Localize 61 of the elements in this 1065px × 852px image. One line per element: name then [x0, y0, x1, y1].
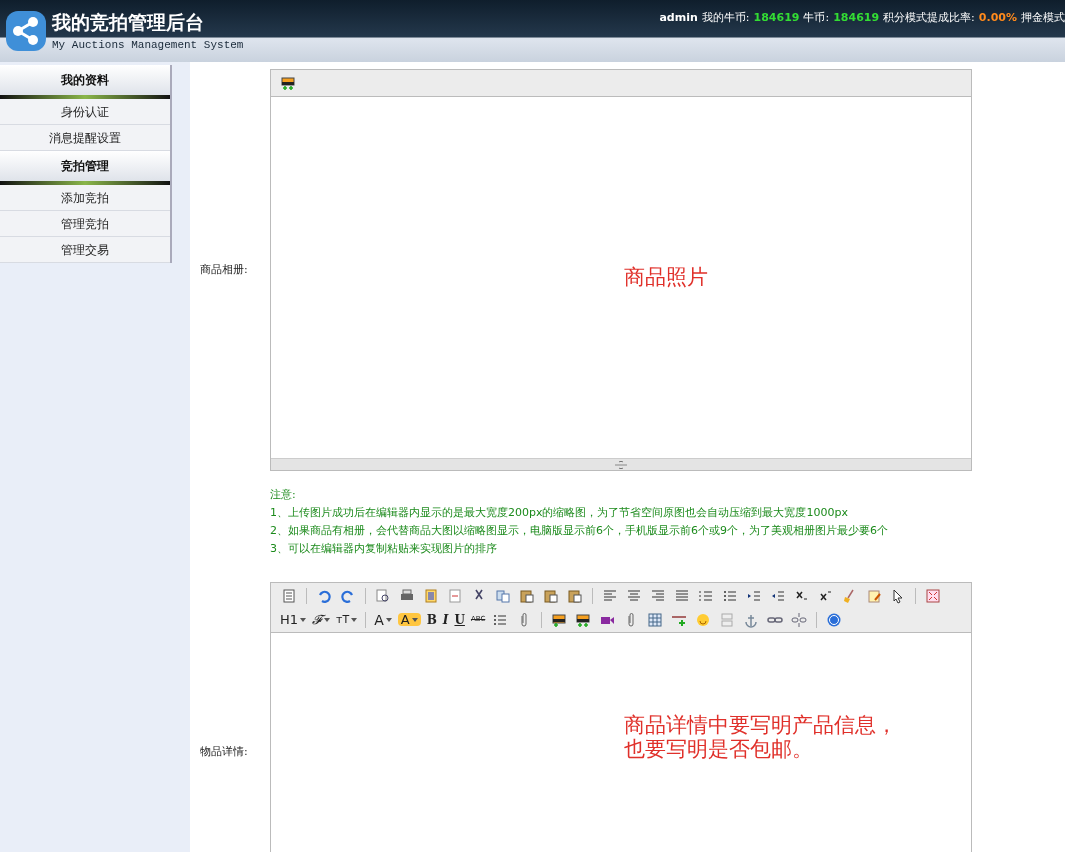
unlink-icon[interactable] [791, 611, 808, 628]
sidebar-item[interactable]: 身份认证 [0, 99, 170, 125]
stat-label: 我的牛币: [701, 9, 750, 26]
format-button[interactable]: A [397, 613, 421, 626]
table-icon[interactable] [647, 611, 664, 628]
edit-note-icon[interactable] [866, 587, 882, 604]
format-button[interactable]: I [442, 613, 449, 626]
justify-icon[interactable] [674, 587, 690, 604]
sidebar-heading[interactable]: 我的资料 [0, 65, 170, 95]
format-button[interactable]: A [374, 612, 392, 627]
insert-images-icon[interactable] [575, 611, 592, 628]
stat-value: 184619 [833, 9, 880, 26]
insert-image-icon[interactable] [551, 611, 568, 628]
caret-icon [324, 617, 331, 622]
copy-icon[interactable] [495, 587, 511, 604]
smiley-icon[interactable] [695, 611, 712, 628]
caret-icon [351, 617, 358, 622]
stat-value: 184619 [753, 9, 800, 26]
username: admin [659, 9, 698, 26]
sidebar-item[interactable]: 管理竞拍 [0, 211, 170, 237]
align-left-icon[interactable] [602, 587, 618, 604]
align-center-icon[interactable] [626, 587, 642, 604]
editor-text: 也要写明是否包邮。 [624, 737, 814, 761]
align-right-icon[interactable] [650, 587, 666, 604]
insert-images-icon[interactable] [280, 75, 296, 91]
format-button[interactable]: U [454, 613, 465, 626]
stat-label: 积分模式提成比率: [883, 9, 975, 26]
sidebar-heading[interactable]: 竞拍管理 [0, 151, 170, 181]
format-button[interactable]: тT [336, 614, 358, 625]
format-button[interactable]: B [426, 613, 437, 626]
fullscreen-icon[interactable] [925, 587, 941, 604]
stat-label: 押金模式 [1021, 9, 1065, 26]
notice-text: 1、上传图片成功后在编辑器内显示的是最大宽度200px的缩略图，为了节省空间原图也会自动压缩到最大宽度1000px [270, 505, 849, 521]
paste-icon[interactable] [519, 587, 535, 604]
editor-text: 商品详情中要写明产品信息， [624, 713, 898, 737]
paste-text-icon[interactable] [543, 587, 559, 604]
sidebar-item[interactable]: 消息提醒设置 [0, 125, 170, 151]
stat-value: 0.00% [978, 9, 1017, 26]
caret-icon [300, 617, 307, 622]
app-subtitle: My Auctions Management System [52, 38, 244, 53]
stat-label: 牛币: [803, 9, 830, 26]
editor-text: 商品照片 [624, 263, 708, 291]
resize-handle-icon[interactable] [614, 460, 628, 469]
format-button[interactable]: H1 [280, 613, 307, 626]
notice-text: 2、如果商品有相册，会代替商品大图以缩略图显示，电脑版显示前6个，手机版显示前6个或9个，为了美观相册图片最少要6个 [270, 523, 889, 539]
caret-icon [411, 617, 418, 622]
sidebar-item[interactable]: 管理交易 [0, 237, 170, 263]
notice-text: 注意: [270, 487, 297, 503]
field-label: 商品相册: [200, 261, 248, 278]
caret-icon [385, 617, 392, 622]
format-button[interactable]: 𝓕 [312, 613, 331, 626]
app-title: 我的竞拍管理后台 [52, 10, 205, 34]
paste-word-icon[interactable] [567, 587, 583, 604]
notice-text: 3、可以在编辑器内复制粘贴来实现图片的排序 [270, 541, 498, 557]
template-icon[interactable] [423, 587, 439, 604]
sidebar-item[interactable]: 添加竞拍 [0, 185, 170, 211]
help-icon[interactable] [826, 611, 843, 628]
field-label: 物品详情: [200, 743, 248, 760]
logo-icon [4, 9, 48, 53]
preview-icon[interactable] [375, 587, 391, 604]
clipboard-icon[interactable] [281, 587, 297, 604]
